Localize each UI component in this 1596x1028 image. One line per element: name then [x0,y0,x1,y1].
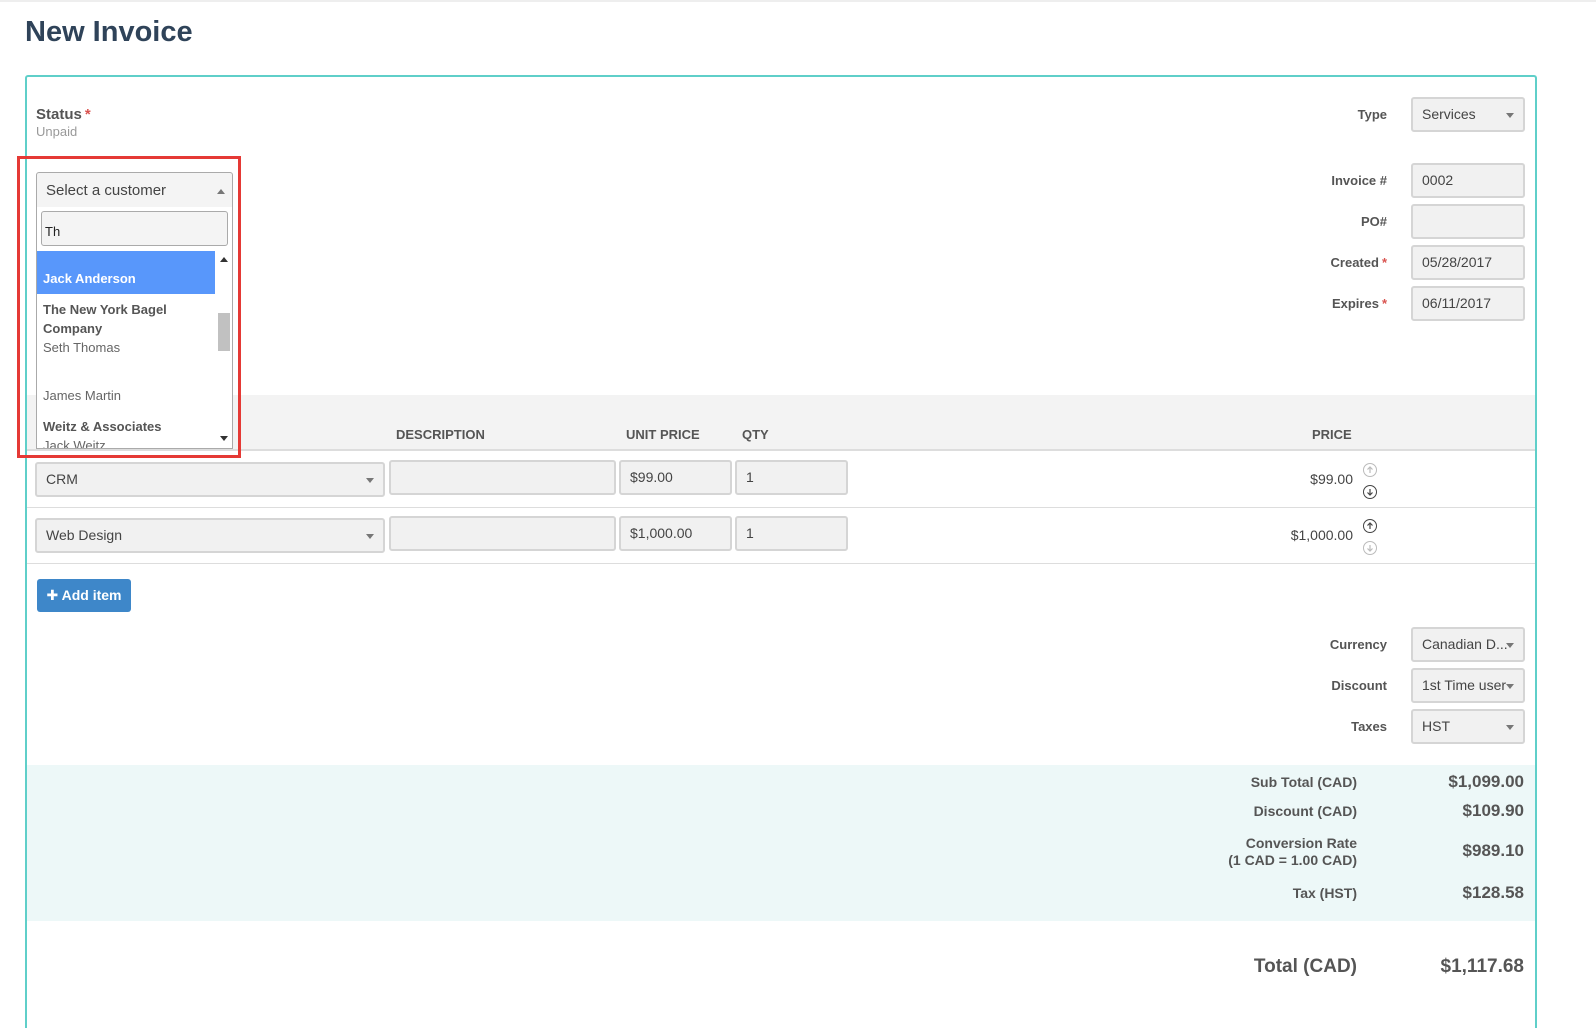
items-table-header: DESCRIPTION UNIT PRICE QTY PRICE [27,395,1535,451]
option-group-name: The New York Bagel Company [43,302,167,336]
product-select[interactable]: CRM [35,462,385,497]
move-down-icon[interactable] [1363,485,1377,499]
invoice-number-field[interactable]: 0002 [1411,163,1525,198]
discount-select[interactable]: 1st Time user [1411,668,1525,703]
customer-select-placeholder: Select a customer [46,182,167,199]
line-price: $1,000.00 [1290,527,1353,543]
type-select-value: Services [1422,106,1476,122]
expires-label: Expires * [1237,296,1387,311]
currency-select[interactable]: Canadian D... [1411,627,1525,662]
product-select[interactable]: Web Design [35,518,385,553]
add-item-button[interactable]: ✚ Add item [37,579,131,612]
chevron-down-icon [366,534,374,539]
customer-search-input[interactable]: Th [41,211,228,246]
created-label-text: Created [1330,255,1379,270]
line-price: $99.00 [1310,471,1353,487]
customer-option[interactable]: The New York Bagel Company Seth Thomas [37,300,215,357]
customer-option[interactable]: Jack Anderson [37,251,215,294]
currency-select-value: Canadian D... [1422,636,1508,652]
option-name: Jack Anderson [43,271,136,286]
currency-label: Currency [1329,637,1387,652]
customer-dropdown: Select a customer Th Jack Anderson The N… [36,172,233,449]
unit-price-field[interactable]: $1,000.00 [619,516,732,551]
type-select[interactable]: Services [1411,97,1525,132]
invoice-number-label: Invoice # [1331,173,1387,188]
created-label: Created * [1237,255,1387,270]
chevron-down-icon [1506,684,1514,689]
po-label: PO# [1360,214,1387,229]
po-field[interactable] [1411,204,1525,239]
row-divider [27,507,1535,508]
total-value: $1,117.68 [1440,956,1524,977]
status-value: Unpaid [36,124,78,139]
add-item-label: Add item [61,587,122,603]
status-label-text: Status [36,106,82,123]
taxes-select-value: HST [1422,718,1450,734]
subtotal-value: $1,099.00 [1448,772,1524,791]
discount-total-value: $109.90 [1462,801,1524,820]
scroll-down-icon[interactable] [220,436,228,441]
discount-total-label: Discount (CAD) [1253,803,1357,819]
header-qty: QTY [742,427,769,442]
scroll-up-icon[interactable] [220,257,228,262]
unit-price-field[interactable]: $99.00 [619,460,732,495]
scrollbar-thumb[interactable] [218,313,230,351]
move-down-icon[interactable] [1363,541,1377,555]
taxes-select[interactable]: HST [1411,709,1525,744]
chevron-down-icon [366,478,374,483]
plus-icon: ✚ [46,587,59,603]
row-divider [27,563,1535,564]
required-marker: * [84,106,91,123]
chevron-down-icon [1506,113,1514,118]
customer-dropdown-panel: Th Jack Anderson The New York Bagel Comp… [36,207,233,449]
expires-date-field[interactable]: 06/11/2017 [1411,286,1525,321]
description-field[interactable] [389,460,616,495]
invoice-form-panel: Status * Unpaid Type Services Invoice # 0… [25,75,1537,1028]
expires-label-text: Expires [1331,296,1379,311]
conversion-rate-detail: (1 CAD = 1.00 CAD) [1228,852,1357,868]
customer-option[interactable]: Weitz & Associates Jack Weitz [37,417,215,449]
move-up-icon[interactable] [1363,519,1377,533]
totals-section: Sub Total (CAD) $1,099.00 Discount (CAD)… [27,765,1535,921]
description-field[interactable] [389,516,616,551]
option-contact-name: Seth Thomas [43,340,121,355]
product-select-value: Web Design [46,527,123,543]
type-label: Type [1357,107,1387,122]
qty-field[interactable]: 1 [735,460,848,495]
created-date-field[interactable]: 05/28/2017 [1411,245,1525,280]
status-label: Status * [36,106,91,123]
chevron-down-icon [1506,643,1514,648]
discount-label: Discount [1331,678,1387,693]
total-label: Total (CAD) [1253,956,1357,977]
dropdown-scrollbar[interactable] [217,251,232,447]
required-marker: * [1381,255,1387,270]
conversion-rate-title: Conversion Rate [1245,835,1357,851]
customer-select[interactable]: Select a customer [36,172,233,208]
header-unit-price: UNIT PRICE [626,427,700,442]
customer-option[interactable]: James Martin [37,386,215,405]
conversion-rate-label: Conversion Rate (1 CAD = 1.00 CAD) [1057,835,1357,869]
option-group-name: Weitz & Associates [43,419,162,434]
chevron-down-icon [1506,725,1514,730]
customer-options-list: Jack Anderson The New York Bagel Company… [37,251,215,449]
taxes-label: Taxes [1351,719,1387,734]
option-contact-name: James Martin [43,388,122,403]
tax-value: $128.58 [1462,883,1524,902]
header-price: PRICE [1312,427,1352,442]
conversion-rate-value: $989.10 [1462,841,1524,860]
qty-field[interactable]: 1 [735,516,848,551]
chevron-up-icon [217,189,225,194]
discount-select-value: 1st Time user [1422,677,1507,693]
page-title: New Invoice [25,16,193,48]
tax-label: Tax (HST) [1292,885,1357,901]
required-marker: * [1381,296,1387,311]
move-up-icon[interactable] [1363,463,1377,477]
top-border [0,0,1596,2]
product-select-value: CRM [46,471,78,487]
option-contact-name: Jack Weitz [43,438,106,449]
header-description: DESCRIPTION [396,427,485,442]
subtotal-label: Sub Total (CAD) [1250,774,1357,790]
